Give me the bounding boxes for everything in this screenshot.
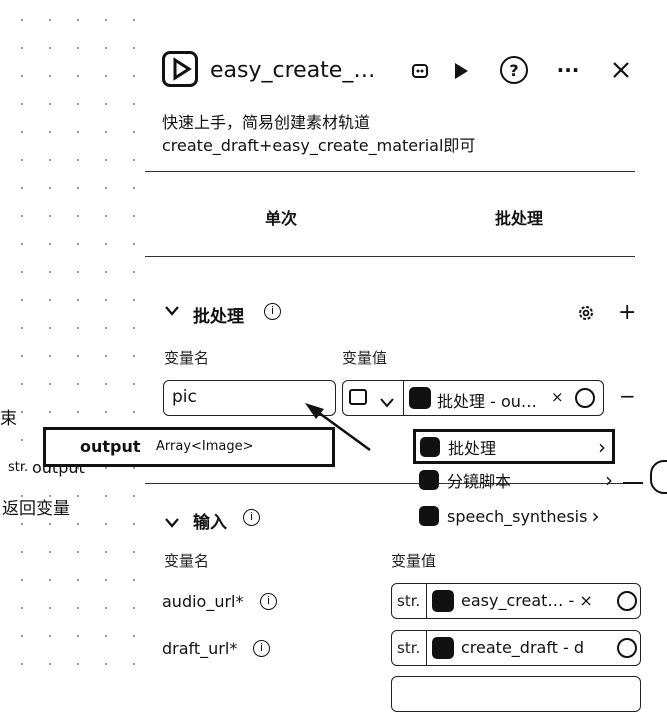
divider (145, 256, 635, 257)
batch-var-value-selector[interactable]: 批处理 - ou… × (342, 380, 604, 416)
node-icon (432, 590, 454, 612)
clear-icon[interactable]: × (551, 388, 564, 406)
more-icon[interactable]: ··· (553, 56, 583, 84)
batch-collapse-icon[interactable] (165, 304, 179, 320)
popup-output-name: output (80, 437, 141, 456)
batch-node-icon (420, 436, 440, 457)
remove-batch-variable-icon[interactable]: − (619, 384, 636, 408)
target-icon[interactable] (575, 388, 595, 408)
return-variable-label: 返回变量 (2, 499, 70, 519)
connector-line (623, 482, 643, 484)
target-icon[interactable] (617, 591, 637, 611)
output-type: str. (8, 460, 29, 475)
dropdown-item-label: 批处理 (448, 438, 497, 458)
dropdown-item-batch[interactable]: 批处理 › (413, 429, 615, 464)
plugin-logo-icon (162, 51, 198, 87)
selector-divider (403, 381, 404, 415)
help-icon[interactable]: ? (500, 56, 528, 84)
node-config-panel: easy_create_… ? ··· 快速上手，简易创建素材轨道 create… (145, 0, 667, 712)
speech-node-icon (419, 506, 439, 526)
chevron-right-icon: › (591, 504, 600, 528)
reference-value: easy_creat… - × (461, 591, 593, 610)
run-icon[interactable] (448, 58, 474, 84)
batch-var-name-value: pic (172, 387, 197, 407)
dropdown-item-label: speech_synthesis (447, 506, 588, 526)
input-collapse-icon[interactable] (165, 513, 179, 532)
input-row-audio-url-label: audio_url* (162, 592, 244, 611)
info-icon: i (253, 640, 270, 657)
input-row-next[interactable] (391, 676, 641, 712)
type-tag: str. (397, 592, 421, 610)
tab-single[interactable]: 单次 (265, 205, 297, 229)
settings-icon[interactable] (577, 304, 595, 326)
node-icon (432, 637, 454, 659)
annotation-arrow (305, 403, 371, 452)
close-icon[interactable] (607, 56, 635, 84)
selector-divider (426, 584, 427, 618)
type-tag: str. (397, 639, 421, 657)
target-icon[interactable] (617, 638, 637, 658)
batch-col-name: 变量名 (164, 349, 210, 367)
input-row-draft-url-value[interactable]: str. create_draft - d (391, 630, 641, 666)
selector-divider (426, 631, 427, 665)
batch-col-value: 变量值 (342, 349, 388, 367)
input-row-audio-url-value[interactable]: str. easy_creat… - × (391, 583, 641, 619)
chevron-down-icon[interactable] (380, 393, 394, 412)
tab-batch[interactable]: 批处理 (495, 205, 543, 229)
right-node-icon (650, 460, 667, 494)
node-description: 快速上手，简易创建素材轨道 create_draft+easy_create_m… (162, 113, 476, 155)
divider (145, 171, 635, 172)
debug-icon[interactable] (407, 58, 433, 84)
popup-output-type: Array<Image> (156, 439, 254, 454)
chevron-right-icon: › (598, 434, 606, 459)
info-icon: i (264, 303, 281, 320)
dropdown-item-speech-synthesis[interactable]: speech_synthesis › (415, 501, 619, 531)
input-section-title: 输入 (193, 513, 227, 533)
node-end-label: 束 (0, 409, 17, 429)
reference-value: create_draft - d (461, 638, 585, 657)
batch-var-value: 批处理 - ou… (437, 392, 537, 411)
input-col-value: 变量值 (391, 552, 437, 570)
input-col-name: 变量名 (164, 552, 210, 570)
dropdown-item-storyboard[interactable]: 分镜脚本 › (415, 465, 619, 495)
node-title: easy_create_… (210, 58, 376, 83)
add-batch-variable-icon[interactable]: + (618, 300, 636, 325)
input-row-draft-url-label: draft_url* (162, 639, 238, 658)
batch-node-icon (409, 387, 431, 409)
batch-section-title: 批处理 (193, 307, 244, 327)
info-icon: i (260, 593, 277, 610)
chevron-right-icon: › (605, 468, 613, 492)
info-icon: i (243, 509, 260, 526)
storyboard-node-icon (419, 470, 439, 490)
dropdown-item-label: 分镜脚本 (447, 472, 512, 491)
